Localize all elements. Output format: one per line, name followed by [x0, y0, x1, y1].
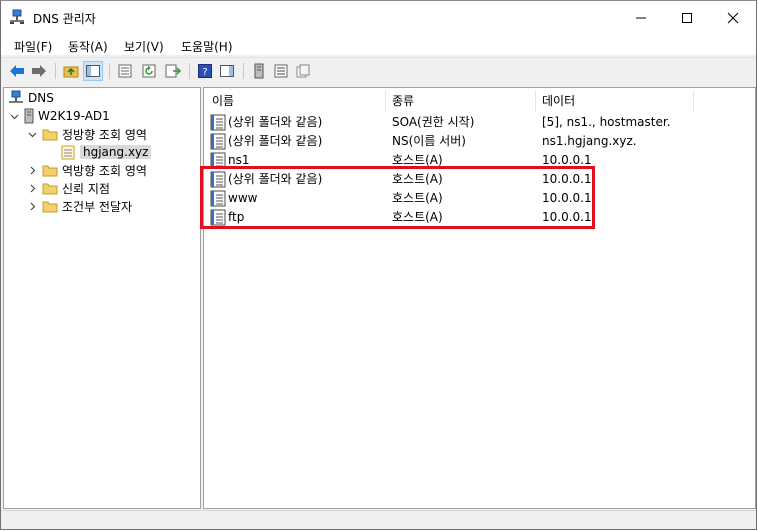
- minimize-button[interactable]: [618, 1, 664, 35]
- tree-item-zone[interactable]: hgjang.xyz: [60, 143, 152, 161]
- refresh-icon[interactable]: [139, 61, 159, 81]
- cell-type: 호스트(A): [392, 191, 443, 205]
- record-icon: [210, 152, 226, 169]
- table-row[interactable]: ftp 호스트(A) 10.0.0.1: [208, 208, 753, 227]
- tree-label-reverse-zones: 역방향 조회 영역: [62, 163, 147, 178]
- cell-name: ftp: [228, 210, 245, 224]
- server-icon[interactable]: [249, 61, 269, 81]
- cell-type: NS(이름 서버): [392, 134, 466, 148]
- tree-item-forward-zones[interactable]: 정방향 조회 영역: [26, 125, 147, 143]
- tree-label-zone: hgjang.xyz: [80, 145, 152, 159]
- tree-item-dns[interactable]: DNS: [8, 89, 54, 107]
- forward-icon[interactable]: [29, 61, 49, 81]
- record-icon: [210, 190, 226, 207]
- properties-icon[interactable]: [115, 61, 135, 81]
- record-icon: [210, 171, 226, 188]
- close-icon: [727, 12, 739, 24]
- column-header-type[interactable]: 종류: [386, 90, 536, 112]
- menu-action[interactable]: 동작(A): [68, 38, 108, 55]
- show-hide-tree-icon[interactable]: [83, 61, 103, 81]
- chevron-right-icon[interactable]: [26, 184, 38, 193]
- table-row[interactable]: ns1 호스트(A) 10.0.0.1: [208, 151, 753, 170]
- cell-name: (상위 폴더와 같음): [228, 134, 323, 148]
- folder-icon: [42, 165, 58, 177]
- dns-icon: [9, 90, 23, 103]
- maximize-icon: [682, 13, 692, 23]
- minimize-icon: [636, 17, 646, 19]
- svg-text:?: ?: [202, 67, 207, 78]
- menu-help[interactable]: 도움말(H): [181, 38, 233, 55]
- zone-icon: [61, 145, 75, 160]
- list-view-icon[interactable]: [271, 61, 291, 81]
- folder-icon: [42, 129, 58, 141]
- export-icon[interactable]: [163, 61, 183, 81]
- show-hide-action-pane-icon[interactable]: [217, 61, 237, 81]
- record-icon: [210, 133, 226, 150]
- cell-type: 호스트(A): [392, 210, 443, 224]
- tree-item-trust-points[interactable]: 신뢰 지점: [26, 179, 110, 197]
- tree-label-server: W2K19-AD1: [38, 109, 110, 123]
- table-row[interactable]: www 호스트(A) 10.0.0.1: [208, 189, 753, 208]
- table-row[interactable]: (상위 폴더와 같음) 호스트(A) 10.0.0.1: [208, 170, 753, 189]
- tree-item-server[interactable]: W2K19-AD1: [8, 107, 110, 125]
- menu-bar: 파일(F) 동작(A) 보기(V) 도움말(H): [1, 35, 756, 55]
- detail-view-icon[interactable]: [293, 61, 313, 81]
- cell-data: 10.0.0.1: [542, 172, 592, 186]
- menu-view[interactable]: 보기(V): [124, 38, 164, 55]
- cell-name: ns1: [228, 153, 250, 167]
- cell-data: 10.0.0.1: [542, 191, 592, 205]
- dns-app-icon: [10, 9, 24, 24]
- tree-item-conditional-forwarders[interactable]: 조건부 전달자: [26, 197, 132, 215]
- window-title: DNS 관리자: [33, 12, 96, 26]
- help-icon[interactable]: ?: [195, 61, 215, 81]
- chevron-right-icon[interactable]: [26, 202, 38, 211]
- cell-data: [5], ns1., hostmaster.: [542, 115, 671, 129]
- tree-label-forward-zones: 정방향 조회 영역: [62, 127, 147, 142]
- cell-type: 호스트(A): [392, 153, 443, 167]
- up-folder-icon[interactable]: [61, 61, 81, 81]
- table-row[interactable]: (상위 폴더와 같음) SOA(권한 시작) [5], ns1., hostmast…: [208, 113, 753, 132]
- tree-item-reverse-zones[interactable]: 역방향 조회 영역: [26, 161, 147, 179]
- chevron-right-icon[interactable]: [26, 166, 38, 175]
- record-icon: [210, 209, 226, 226]
- close-button[interactable]: [710, 1, 756, 35]
- cell-data: 10.0.0.1: [542, 153, 592, 167]
- tree-label-dns: DNS: [28, 91, 54, 105]
- back-icon[interactable]: [7, 61, 27, 81]
- dns-manager-window: DNS 관리자 파일(F) 동작(A) 보기(V) 도움말(H) ? DNS W…: [0, 0, 757, 530]
- folder-icon: [42, 183, 58, 195]
- cell-type: SOA(권한 시작): [392, 115, 475, 129]
- tree-label-trust-points: 신뢰 지점: [62, 181, 110, 196]
- column-header-data[interactable]: 데이터: [536, 90, 694, 112]
- record-list: 이름 종류 데이터 (상위 폴더와 같음) SOA(권한 시작) [5], ns1.…: [203, 87, 756, 509]
- menu-file[interactable]: 파일(F): [14, 38, 52, 55]
- console-tree: DNS W2K19-AD1 정방향 조회 영역 hgjang.xyz 역방향 조…: [3, 87, 201, 509]
- status-bar: [1, 510, 756, 529]
- cell-name: www: [228, 191, 258, 205]
- folder-icon: [42, 201, 58, 213]
- chevron-down-icon[interactable]: [8, 112, 20, 121]
- cell-data: 10.0.0.1: [542, 210, 592, 224]
- cell-type: 호스트(A): [392, 172, 443, 186]
- cell-data: ns1.hgjang.xyz.: [542, 134, 637, 148]
- maximize-button[interactable]: [664, 1, 710, 35]
- cell-name: (상위 폴더와 같음): [228, 172, 323, 186]
- tree-label-conditional-forwarders: 조건부 전달자: [62, 199, 133, 214]
- toolbar: ?: [1, 57, 756, 84]
- cell-name: (상위 폴더와 같음): [228, 115, 323, 129]
- chevron-down-icon[interactable]: [26, 130, 38, 139]
- column-header-name[interactable]: 이름: [206, 90, 386, 112]
- record-icon: [210, 114, 226, 131]
- server-icon: [24, 108, 34, 124]
- title-bar: DNS 관리자: [1, 1, 756, 35]
- table-row[interactable]: (상위 폴더와 같음) NS(이름 서버) ns1.hgjang.xyz.: [208, 132, 753, 151]
